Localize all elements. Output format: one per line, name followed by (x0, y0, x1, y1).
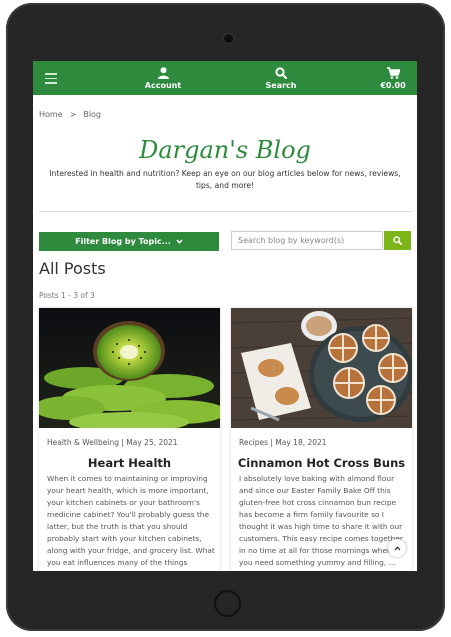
post-meta: Health & Wellbeing | May 25, 2021 (47, 438, 178, 447)
scroll-to-top-button[interactable] (388, 539, 406, 557)
blog-search-input[interactable]: Search blog by keyword(s) (231, 231, 383, 250)
user-icon (141, 66, 185, 80)
search-icon (259, 66, 303, 80)
breadcrumb-current: Blog (83, 110, 102, 119)
hot-cross-buns-image[interactable] (231, 308, 412, 428)
chevron-down-icon (176, 239, 183, 244)
breadcrumb: Home > Blog (39, 110, 101, 119)
blog-search-button[interactable] (384, 231, 411, 250)
blog-intro-text: Interested in health and nutrition? Keep… (49, 169, 401, 190)
camera-icon (224, 34, 233, 43)
post-meta: Recipes | May 18, 2021 (239, 438, 327, 447)
search-label: Search (265, 81, 297, 90)
account-label: Account (144, 81, 182, 90)
post-card-heart-health[interactable]: Health & Wellbeing | May 25, 2021 Heart … (39, 308, 220, 571)
post-category[interactable]: Recipes (239, 438, 268, 447)
divider (39, 211, 411, 212)
post-excerpt: When it comes to maintaining or improvin… (47, 474, 215, 567)
kiwi-image[interactable] (39, 308, 220, 428)
home-button[interactable] (214, 590, 241, 617)
site-header: Account Search €0.00 (33, 61, 417, 95)
cart-total: €0.00 (380, 81, 406, 90)
filter-topic-label: Filter Blog by Topic... (75, 237, 171, 246)
post-date: May 25, 2021 (126, 438, 178, 447)
chevron-up-icon (394, 545, 400, 550)
post-excerpt: I absolutely love baking with almond flo… (239, 474, 403, 567)
post-category[interactable]: Health & Wellbeing (47, 438, 119, 447)
hamburger-menu-icon[interactable] (45, 73, 57, 87)
browser-viewport: Account Search €0.00 Home > Blog Dargan's … (33, 61, 417, 571)
search-button[interactable]: Search (259, 66, 303, 90)
post-title[interactable]: Heart Health (39, 456, 220, 470)
all-posts-heading: All Posts (39, 259, 106, 278)
search-icon (393, 236, 402, 245)
breadcrumb-home-link[interactable]: Home (39, 110, 63, 119)
breadcrumb-separator: > (69, 110, 77, 119)
post-title[interactable]: Cinnamon Hot Cross Buns (231, 456, 412, 470)
post-card-hot-cross-buns[interactable]: Recipes | May 18, 2021 Cinnamon Hot Cros… (231, 308, 412, 571)
post-date: May 18, 2021 (275, 438, 327, 447)
page-title: Dargan's Blog (139, 136, 311, 164)
account-button[interactable]: Account (141, 66, 185, 90)
filter-topic-button[interactable]: Filter Blog by Topic... (39, 232, 219, 251)
cart-button[interactable]: €0.00 (375, 66, 411, 90)
cart-icon (375, 66, 411, 80)
post-count: Posts 1 - 3 of 3 (39, 291, 95, 300)
